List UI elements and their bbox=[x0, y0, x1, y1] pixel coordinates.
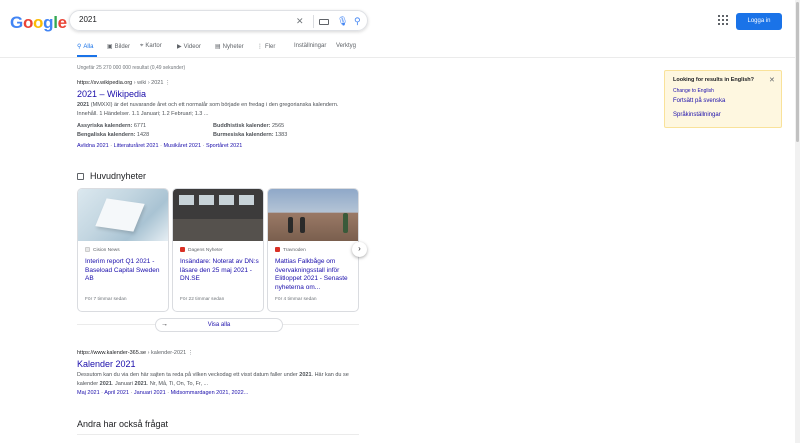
news-source: Cision News bbox=[85, 247, 120, 253]
scrollbar-thumb[interactable] bbox=[796, 2, 799, 142]
news-time: För 7 timmar sedan bbox=[85, 297, 127, 302]
news-thumbnail bbox=[268, 189, 358, 241]
search-icon: ⚲ bbox=[77, 44, 82, 50]
fact-item: Buddhistisk kalender: 2565 bbox=[213, 123, 285, 129]
show-all-button[interactable]: → Visa alla bbox=[155, 318, 283, 332]
microphone-icon[interactable]: 🎙 bbox=[337, 15, 348, 27]
news-time: För 22 timmar sedan bbox=[180, 297, 225, 302]
news-thumbnail bbox=[78, 189, 168, 241]
fact-item: Assyriska kalendern: 6771 bbox=[77, 123, 147, 129]
scrollbar[interactable] bbox=[795, 0, 800, 443]
result-snippet: 2021 (MMXXI) är det nuvarande året och e… bbox=[77, 102, 339, 117]
language-panel-heading: Looking for results in English? bbox=[673, 77, 754, 83]
tab-images[interactable]: ▣ Bilder bbox=[107, 43, 130, 50]
fact-grid: Assyriska kalendern: 6771 Buddhistisk ka… bbox=[77, 122, 367, 139]
keep-swedish-link[interactable]: Fortsätt på svenska bbox=[673, 98, 725, 104]
result-title-link[interactable]: Kalender 2021 bbox=[77, 359, 367, 369]
tab-maps[interactable]: ⌖ Kartor bbox=[140, 43, 162, 50]
image-icon: ▣ bbox=[107, 44, 113, 50]
login-button[interactable]: Logga in bbox=[736, 13, 782, 30]
favicon-icon bbox=[85, 247, 90, 252]
news-source: Dagens Nyheter bbox=[180, 247, 223, 253]
sitelink[interactable]: Maj 2021 bbox=[77, 390, 100, 396]
google-logo[interactable]: Google bbox=[10, 13, 67, 33]
close-icon[interactable]: ✕ bbox=[769, 76, 775, 84]
news-card[interactable]: Dagens Nyheter Insändare: Noterat av DN:… bbox=[172, 188, 264, 312]
news-time: För 4 timmar sedan bbox=[275, 297, 317, 302]
tab-settings[interactable]: Inställningar bbox=[294, 43, 326, 49]
search-divider bbox=[313, 15, 314, 28]
news-thumbnail bbox=[173, 189, 263, 241]
result-cite: https://sv.wikipedia.org › wiki › 2021 ⋮ bbox=[77, 80, 171, 86]
language-settings-link[interactable]: Språkinställningar bbox=[673, 112, 721, 118]
keyboard-icon[interactable] bbox=[319, 19, 329, 25]
tab-more[interactable]: ⋮ Fler bbox=[257, 43, 275, 50]
top-stories-heading: Huvudnyheter bbox=[77, 171, 146, 181]
search-result-wikipedia: https://sv.wikipedia.org › wiki › 2021 ⋮… bbox=[77, 80, 367, 149]
sitelink[interactable]: Musikåret 2021 bbox=[163, 143, 201, 149]
sitelink[interactable]: Avlidna 2021 bbox=[77, 143, 109, 149]
sitelink[interactable]: April 2021 bbox=[104, 390, 129, 396]
result-cite: https://www.kalender-365.se › kalender-2… bbox=[77, 350, 194, 356]
map-pin-icon: ⌖ bbox=[140, 43, 144, 49]
news-title[interactable]: Interim report Q1 2021 - Baseload Capita… bbox=[85, 258, 165, 284]
language-suggestion-panel: Looking for results in English? ✕ Change… bbox=[664, 70, 782, 128]
search-result-kalender: https://www.kalender-365.se › kalender-2… bbox=[77, 350, 367, 396]
video-icon: ▶ bbox=[177, 44, 182, 50]
fact-item: Bengaliska kalendern: 1428 bbox=[77, 131, 150, 138]
sitelink[interactable]: Januari 2021 bbox=[134, 390, 166, 396]
tab-tools[interactable]: Verktyg bbox=[336, 43, 356, 49]
fact-item: Burmesiska kalendern: 1383 bbox=[213, 131, 288, 138]
people-also-ask-heading: Andra har också frågat bbox=[77, 419, 169, 429]
news-card[interactable]: Cision News Interim report Q1 2021 - Bas… bbox=[77, 188, 169, 312]
news-title[interactable]: Insändare: Noterat av DN:s läsare den 25… bbox=[180, 258, 260, 284]
arrow-right-icon: → bbox=[161, 321, 168, 328]
search-icon[interactable]: ⚲ bbox=[354, 15, 361, 27]
clear-icon[interactable]: ✕ bbox=[296, 15, 304, 27]
divider bbox=[77, 434, 359, 435]
more-vert-icon: ⋮ bbox=[257, 44, 263, 50]
result-snippet: Dessutom kan du via den här sajten ta re… bbox=[77, 372, 349, 387]
search-box[interactable]: 2021 ✕ 🎙 ⚲ bbox=[69, 10, 368, 31]
sitelinks: Avlidna 2021 · Litteraturåret 2021 · Mus… bbox=[77, 143, 243, 149]
change-to-english-link[interactable]: Change to English bbox=[673, 88, 714, 94]
tabs-divider bbox=[0, 57, 800, 58]
result-title-link[interactable]: 2021 – Wikipedia bbox=[77, 89, 367, 99]
sitelink[interactable]: Litteraturåret 2021 bbox=[114, 143, 159, 149]
tab-news[interactable]: ▤ Nyheter bbox=[215, 43, 244, 50]
sitelink[interactable]: Sportåret 2021 bbox=[206, 143, 242, 149]
news-card[interactable]: Travnoden Mattias Falkbåge om övervaknin… bbox=[267, 188, 359, 312]
result-stats: Ungefär 25 270 000 000 resultat (0,49 se… bbox=[77, 65, 186, 71]
carousel-next-button[interactable]: › bbox=[352, 242, 367, 257]
news-icon bbox=[77, 173, 84, 180]
apps-grid-icon[interactable] bbox=[718, 15, 728, 25]
news-source: Travnoden bbox=[275, 247, 306, 253]
sitelinks: Maj 2021 · April 2021 · Januari 2021 · M… bbox=[77, 390, 249, 396]
news-title[interactable]: Mattias Falkbåge om övervakningsstall in… bbox=[275, 258, 355, 292]
search-input[interactable]: 2021 bbox=[79, 15, 97, 24]
news-icon: ▤ bbox=[215, 44, 221, 50]
tab-all[interactable]: ⚲ Alla bbox=[77, 43, 93, 50]
favicon-icon bbox=[180, 247, 185, 252]
tab-videos[interactable]: ▶ Videor bbox=[177, 43, 201, 50]
favicon-icon bbox=[275, 247, 280, 252]
sitelink[interactable]: Midsommardagen 2021, 2022... bbox=[171, 390, 249, 396]
